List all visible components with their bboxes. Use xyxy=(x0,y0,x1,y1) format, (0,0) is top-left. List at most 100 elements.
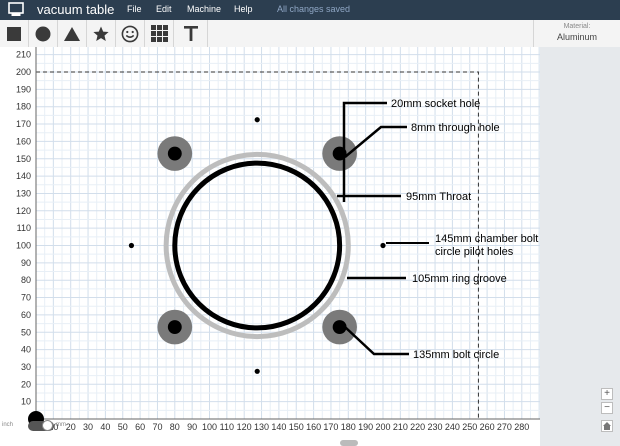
y-tick-label: 190 xyxy=(16,84,31,94)
star-icon xyxy=(93,26,109,41)
zoom-out-button[interactable]: − xyxy=(601,402,613,414)
canvas-drawing[interactable]: 1020304050607080901001101201301401501601… xyxy=(0,47,540,446)
design-canvas[interactable]: 1020304050607080901001101201301401501601… xyxy=(0,47,540,446)
menu-machine[interactable]: Machine xyxy=(187,4,221,15)
pilot-hole[interactable] xyxy=(254,368,260,374)
annotation-ring-groove-text: 105mm ring groove xyxy=(412,273,507,285)
x-tick-label: 230 xyxy=(428,422,443,432)
bottom-scroll-handle[interactable] xyxy=(340,440,358,446)
annotation-through-hole-text: 8mm through hole xyxy=(411,122,500,134)
y-tick-label: 110 xyxy=(17,223,31,233)
y-tick-label: 70 xyxy=(21,293,31,303)
emoji-tool[interactable] xyxy=(116,20,145,47)
y-tick-label: 30 xyxy=(21,362,31,372)
annotation-bolt-circle-text: 135mm bolt circle xyxy=(413,349,499,361)
material-label: Material: xyxy=(563,23,591,30)
x-tick-label: 130 xyxy=(254,422,269,432)
pilot-hole[interactable] xyxy=(380,242,386,249)
menu-file[interactable]: File xyxy=(127,4,142,15)
annotation-throat-text: 95mm Throat xyxy=(406,191,471,203)
unit-mm-label: mm xyxy=(56,422,66,428)
unit-toggle[interactable]: inch mm xyxy=(0,419,80,433)
grid-icon xyxy=(150,25,168,42)
x-tick-label: 120 xyxy=(237,422,252,432)
y-tick-label: 170 xyxy=(16,119,31,129)
material-value: Aluminum xyxy=(556,32,597,42)
x-tick-label: 270 xyxy=(497,422,512,432)
y-tick-label: 40 xyxy=(21,345,31,355)
text-icon xyxy=(183,26,198,41)
x-tick-label: 140 xyxy=(271,422,286,432)
x-tick-label: 180 xyxy=(341,422,356,432)
x-tick-label: 280 xyxy=(514,422,529,432)
smiley-icon xyxy=(121,25,139,42)
bolt-hole[interactable] xyxy=(332,320,347,334)
triangle-icon xyxy=(64,26,80,41)
app-title: vacuum table xyxy=(37,2,115,17)
x-tick-label: 50 xyxy=(118,422,128,432)
home-view-button[interactable] xyxy=(601,420,613,432)
home-icon xyxy=(603,422,611,430)
x-tick-label: 100 xyxy=(202,422,217,432)
y-tick-label: 210 xyxy=(16,50,31,60)
circle-tool[interactable] xyxy=(29,20,58,47)
x-tick-label: 40 xyxy=(100,422,110,432)
y-tick-label: 140 xyxy=(16,171,31,181)
y-tick-label: 130 xyxy=(16,188,31,198)
annotation-pilot-holes-text-1: 145mm chamber bolt xyxy=(435,233,538,245)
x-tick-label: 110 xyxy=(220,422,234,432)
annotation-pilot-holes-text-2: circle pilot holes xyxy=(435,246,514,258)
x-tick-label: 60 xyxy=(135,422,145,432)
zoom-in-button[interactable]: + xyxy=(601,388,613,400)
y-tick-label: 100 xyxy=(16,241,31,251)
y-tick-label: 50 xyxy=(21,327,31,337)
laser-machine-icon xyxy=(8,2,24,16)
y-tick-label: 60 xyxy=(21,310,31,320)
star-tool[interactable] xyxy=(87,20,116,47)
y-tick-label: 20 xyxy=(21,379,31,389)
bolt-hole[interactable] xyxy=(167,320,182,334)
annotation-ring-groove[interactable]: 105mm ring groove xyxy=(347,273,507,285)
y-tick-label: 160 xyxy=(16,136,31,146)
x-tick-label: 220 xyxy=(410,422,425,432)
material-selector[interactable]: Material: Aluminum xyxy=(533,20,620,47)
bolt-hole[interactable] xyxy=(167,146,182,161)
shape-toolbar: Material: Aluminum xyxy=(0,20,620,48)
x-tick-label: 90 xyxy=(187,422,197,432)
y-tick-label: 80 xyxy=(21,275,31,285)
triangle-tool[interactable] xyxy=(58,20,87,47)
y-tick-label: 90 xyxy=(21,258,31,268)
y-tick-label: 10 xyxy=(21,397,31,407)
x-tick-label: 260 xyxy=(480,422,495,432)
save-status: All changes saved xyxy=(277,4,351,14)
x-tick-label: 250 xyxy=(462,422,477,432)
x-tick-label: 160 xyxy=(306,422,321,432)
pilot-hole[interactable] xyxy=(128,242,135,249)
y-tick-label: 200 xyxy=(16,67,31,77)
title-bar: vacuum table File Edit Machine Help All … xyxy=(0,0,620,20)
toggle-knob[interactable] xyxy=(42,420,53,431)
y-tick-label: 150 xyxy=(16,154,31,164)
annotation-through-hole[interactable]: 8mm through hole xyxy=(344,122,500,158)
text-tool[interactable] xyxy=(174,20,208,47)
x-tick-label: 150 xyxy=(289,422,304,432)
grid-tool[interactable] xyxy=(145,20,174,47)
rectangle-tool[interactable] xyxy=(0,20,29,47)
x-tick-label: 70 xyxy=(152,422,162,432)
x-tick-label: 210 xyxy=(393,422,408,432)
unit-inch-label: inch xyxy=(2,422,14,428)
menu-help[interactable]: Help xyxy=(234,4,253,15)
x-tick-label: 80 xyxy=(170,422,180,432)
x-tick-label: 200 xyxy=(375,422,390,432)
circle-icon xyxy=(35,26,51,41)
x-tick-label: 170 xyxy=(323,422,338,432)
pilot-hole[interactable] xyxy=(254,117,260,123)
square-icon xyxy=(7,26,21,41)
y-tick-label: 120 xyxy=(16,206,31,216)
x-tick-label: 190 xyxy=(358,422,373,432)
menu-edit[interactable]: Edit xyxy=(156,4,172,15)
right-sidebar: + − xyxy=(540,47,620,446)
y-tick-label: 180 xyxy=(16,102,31,112)
x-tick-label: 30 xyxy=(83,422,93,432)
annotation-socket-hole-text: 20mm socket hole xyxy=(391,98,480,110)
